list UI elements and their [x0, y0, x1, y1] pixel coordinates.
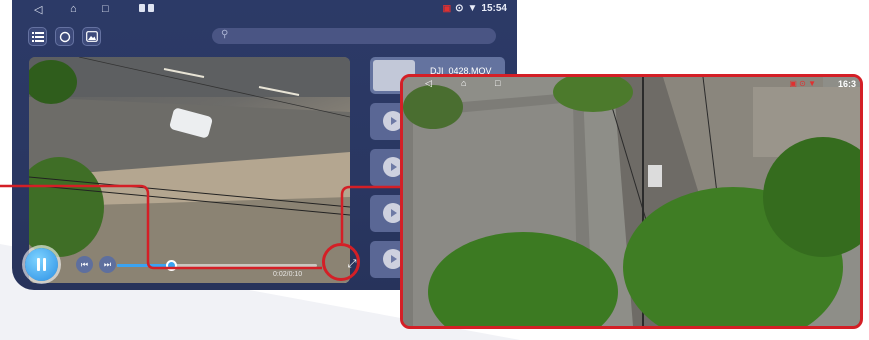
fullscreen-aerial-image [403, 77, 860, 326]
back-icon: ◁ [425, 78, 432, 88]
fullscreen-view: ◁ ⌂ □ ▣ ⊙ ▼ 16:3 [400, 74, 863, 329]
home-icon: ⌂ [461, 78, 467, 88]
fullscreen-status-time: 16:3 [837, 79, 856, 89]
recents-icon: □ [495, 78, 501, 88]
no-sim-icon: ▣ ⊙ ▼ [789, 79, 816, 88]
fullscreen-highlight [322, 243, 360, 281]
fullscreen-status-bar: ◁ ⌂ □ ▣ ⊙ ▼ 16:3 [403, 77, 860, 91]
